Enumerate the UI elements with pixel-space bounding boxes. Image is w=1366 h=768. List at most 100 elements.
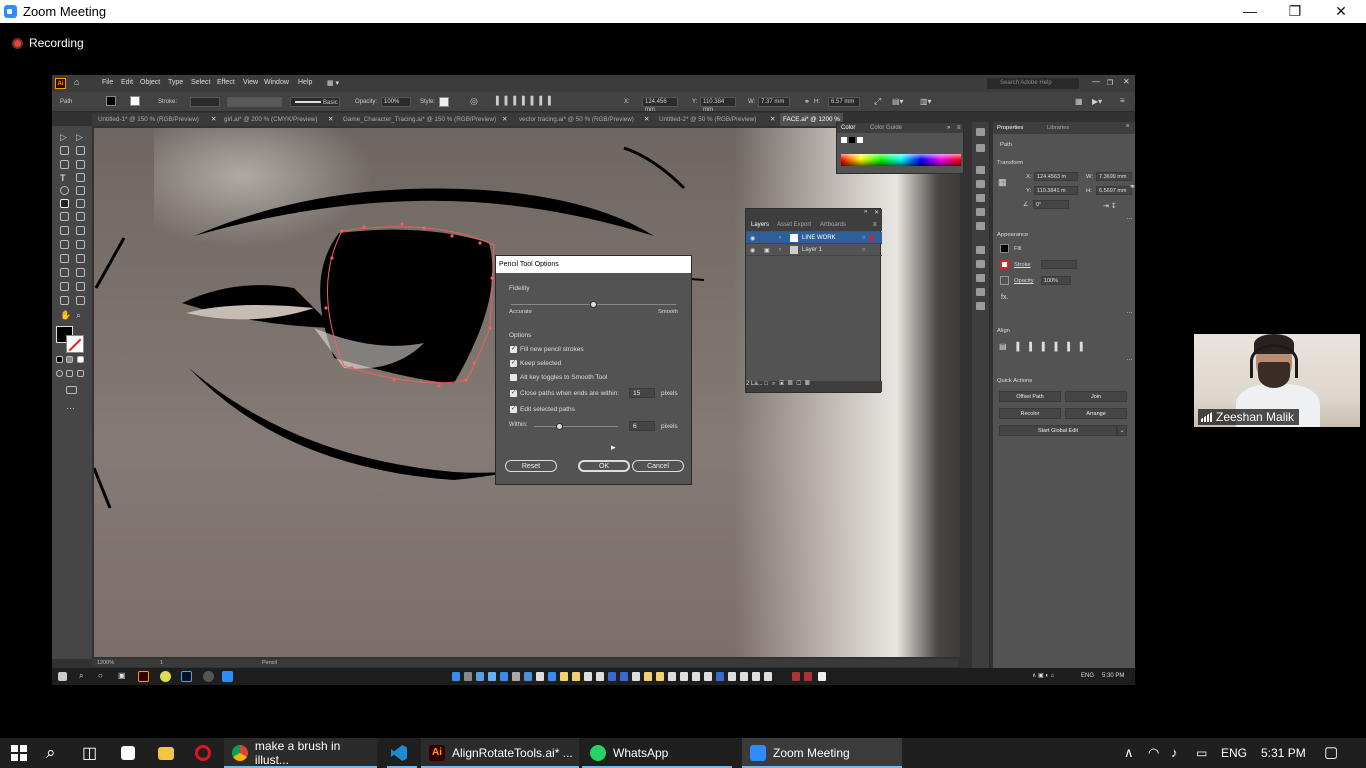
close-icon[interactable]: ✕ [874, 209, 879, 216]
show-hidden-icons[interactable]: ∧ [1124, 738, 1134, 768]
graphic-style-swatch[interactable] [439, 97, 449, 107]
target-icon[interactable]: ○ [862, 235, 866, 241]
opera-icon[interactable] [187, 738, 219, 768]
panel-menu-icon[interactable]: ≡ [1126, 123, 1129, 129]
stroke-swatch[interactable] [130, 96, 140, 106]
stroke-label[interactable]: Stroke [1014, 262, 1031, 268]
close-icon[interactable]: ✕ [328, 116, 333, 123]
checkbox-edit-selected[interactable]: ✓ [510, 406, 517, 413]
tray-app-icon[interactable] [596, 672, 604, 681]
recolor-icon[interactable]: ◎ [470, 96, 478, 107]
within-track[interactable] [534, 426, 618, 427]
width-tool-icon[interactable] [60, 226, 69, 235]
isolate-icon[interactable]: ▤▾ [892, 97, 904, 106]
tray-app-icon[interactable] [656, 672, 664, 681]
layer-row[interactable]: ◉ ▣ › Layer 1 ○ [746, 244, 882, 256]
magic-wand-tool-icon[interactable] [60, 146, 69, 155]
fx-icon[interactable]: fx. [1001, 294, 1008, 301]
photoshop-icon[interactable] [181, 671, 192, 682]
search-icon[interactable]: ⌕ [79, 671, 83, 681]
paintbrush-tool-icon[interactable] [76, 186, 85, 195]
inner-clock[interactable]: 5:30 PM [1102, 673, 1124, 679]
inner-lang[interactable]: ENG [1081, 673, 1094, 679]
layer-row[interactable]: ◉ › LINE WORK ○ [746, 232, 882, 244]
taskbar-illustrator[interactable]: Ai AlignRotateTools.ai* ... [421, 738, 579, 768]
language-indicator[interactable]: ENG [1221, 738, 1247, 768]
color-icon[interactable] [976, 166, 985, 174]
cancel-button[interactable]: Cancel [632, 460, 684, 472]
transparency-icon[interactable] [976, 274, 985, 282]
color-spectrum[interactable] [841, 154, 961, 166]
close-icon[interactable]: ✕ [644, 116, 649, 123]
home-icon[interactable]: ⌂ [74, 77, 79, 87]
doc-tab-active[interactable]: FACE.ai* @ 1200 % [780, 113, 843, 126]
restore-button[interactable]: ❐ [1272, 0, 1318, 23]
zoom-tool-icon[interactable]: ⌕ [76, 310, 85, 320]
type-tool-icon[interactable]: T [60, 173, 69, 183]
angle-field[interactable]: 0° [1033, 200, 1069, 209]
properties-icon[interactable] [976, 128, 985, 136]
illustrator-icon[interactable] [138, 671, 149, 682]
checkbox-fill-new-strokes[interactable]: ✓ [510, 346, 517, 353]
color-tab[interactable]: Color [841, 125, 855, 131]
ai-restore[interactable]: ❐ [1107, 79, 1113, 87]
artboard-tool-icon[interactable] [60, 296, 69, 305]
hand-tool-icon[interactable]: ✋ [60, 310, 71, 320]
libraries-icon[interactable] [976, 144, 985, 152]
arrange-button[interactable]: Arrange [1065, 408, 1127, 419]
pen-tool-icon[interactable] [60, 160, 69, 169]
windows-start-icon[interactable] [58, 672, 67, 681]
color-guide-tab[interactable]: Color Guide [870, 125, 902, 131]
inner-tray-icons[interactable]: ∧ ▣ ◐ ⌂ [1032, 672, 1054, 679]
more-options-icon[interactable]: … [1126, 355, 1133, 362]
close-icon[interactable]: ✕ [502, 116, 507, 123]
opacity-field[interactable]: 100% [381, 97, 411, 107]
w-field[interactable]: 7.37 mm [758, 97, 790, 107]
lasso-tool-icon[interactable] [76, 146, 85, 155]
within-input[interactable]: 6 [629, 421, 655, 431]
panel-menu-icon[interactable]: ≡ [957, 125, 961, 131]
fill-swatch[interactable] [106, 96, 116, 106]
tray-app-icon[interactable] [728, 672, 736, 681]
edit-toolbar-icon[interactable]: … [66, 401, 75, 411]
curvature-tool-icon[interactable] [76, 160, 85, 169]
symbol-sprayer-tool-icon[interactable] [60, 282, 69, 291]
gradient-tool-icon[interactable] [76, 254, 85, 263]
draw-behind-icon[interactable] [66, 370, 73, 377]
libraries-tab[interactable]: Libraries [1047, 125, 1069, 131]
collapse-icon[interactable]: » [864, 209, 867, 215]
properties-tab[interactable]: Properties [997, 125, 1023, 131]
tray-app-icon[interactable] [632, 672, 640, 681]
x-field[interactable]: 124.456 mm [642, 97, 678, 113]
appearance-icon[interactable] [976, 288, 985, 296]
stroke-icon[interactable] [976, 246, 985, 254]
gradient-mode-icon[interactable] [66, 356, 73, 363]
scale-tool-icon[interactable] [76, 212, 85, 221]
none-swatch[interactable] [841, 137, 847, 143]
pencil-tool-icon[interactable] [60, 199, 69, 208]
asset-export-tab[interactable]: Asset Export [777, 222, 811, 228]
draw-normal-icon[interactable] [56, 370, 63, 377]
visibility-icon[interactable]: ◉ [750, 247, 755, 254]
more-options-icon[interactable]: … [1126, 308, 1133, 315]
tray-app-icon[interactable] [740, 672, 748, 681]
x-field[interactable]: 124.4563 m [1034, 172, 1078, 181]
doc-tab[interactable]: Untitled-2* @ 50 % (RGB/Preview) [659, 116, 756, 123]
taskbar-zoom[interactable]: Zoom Meeting [742, 738, 902, 768]
slice-tool-icon[interactable] [76, 296, 85, 305]
clock[interactable]: 5:31 PM [1261, 738, 1306, 768]
target-icon[interactable]: ○ [862, 247, 866, 253]
doc-tab[interactable]: girl.ai* @ 200 % (CMYK/Preview) [224, 116, 318, 123]
tray-app-icon[interactable] [818, 672, 826, 681]
stroke-weight-field[interactable] [190, 97, 220, 107]
offset-path-button[interactable]: Offset Path [999, 391, 1061, 402]
tray-app-icon[interactable] [680, 672, 688, 681]
gradient-icon[interactable] [976, 260, 985, 268]
graphic-styles-icon[interactable] [976, 302, 985, 310]
menu-type[interactable]: Type [168, 79, 183, 86]
collapse-icon[interactable]: » [947, 125, 950, 131]
windows-start-button[interactable] [0, 738, 36, 768]
tray-app-icon[interactable] [584, 672, 592, 681]
participant-video[interactable]: Zeeshan Malik [1194, 334, 1360, 427]
layer-name[interactable]: Layer 1 [802, 247, 822, 253]
